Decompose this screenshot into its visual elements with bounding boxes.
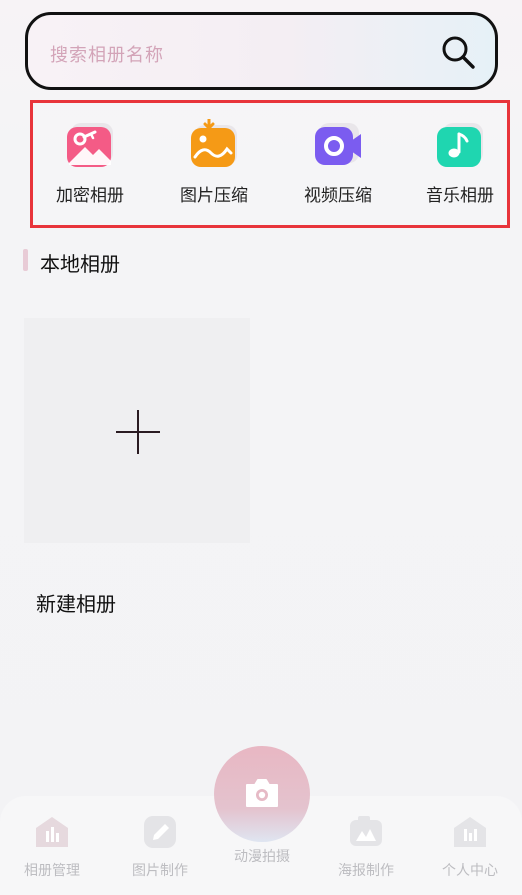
nav-label: 图片制作 bbox=[132, 863, 188, 879]
nav-item-album-manage[interactable]: 相册管理 bbox=[0, 796, 104, 895]
feature-video-compress[interactable]: 视频压缩 bbox=[283, 115, 393, 215]
feature-image-compress[interactable]: 图片压缩 bbox=[159, 115, 269, 215]
feature-label: 加密相册 bbox=[56, 186, 124, 206]
album-manage-icon bbox=[36, 817, 68, 847]
edit-pencil-icon bbox=[144, 816, 176, 848]
video-camera-icon bbox=[315, 123, 361, 165]
nav-item-poster-make[interactable]: 海报制作 bbox=[314, 796, 418, 895]
nav-label: 个人中心 bbox=[442, 863, 498, 879]
new-album-card[interactable] bbox=[24, 318, 250, 543]
poster-icon bbox=[350, 816, 382, 846]
section-accent bbox=[23, 249, 28, 271]
nav-label: 相册管理 bbox=[24, 863, 80, 879]
profile-icon bbox=[454, 817, 486, 847]
feature-label: 音乐相册 bbox=[426, 186, 494, 206]
search-bar[interactable]: 搜索相册名称 bbox=[25, 12, 498, 90]
feature-label: 视频压缩 bbox=[304, 186, 372, 206]
key-image-icon bbox=[67, 123, 113, 167]
new-album-label[interactable]: 新建相册 bbox=[36, 588, 116, 617]
nav-label-anime-capture[interactable]: 动漫拍摄 bbox=[214, 846, 310, 866]
plus-icon bbox=[116, 410, 160, 454]
camera-icon bbox=[246, 779, 278, 807]
nav-item-image-make[interactable]: 图片制作 bbox=[108, 796, 212, 895]
nav-label: 海报制作 bbox=[338, 863, 394, 879]
feature-shortcuts: 加密相册 图片压缩 视频压缩 音乐相册 bbox=[30, 100, 510, 228]
music-note-icon bbox=[437, 123, 483, 167]
section-title: 本地相册 bbox=[40, 252, 120, 276]
search-icon[interactable] bbox=[439, 33, 477, 71]
feature-label: 图片压缩 bbox=[180, 186, 248, 206]
anime-capture-button[interactable] bbox=[214, 746, 310, 842]
feature-music-album[interactable]: 音乐相册 bbox=[405, 115, 515, 215]
feature-encrypted-album[interactable]: 加密相册 bbox=[35, 115, 145, 215]
album-home-screen: 搜索相册名称 加密相册 图片压缩 视频压缩 音乐相册 本地相册 新建相册 相册管… bbox=[0, 0, 522, 895]
search-input[interactable]: 搜索相册名称 bbox=[50, 41, 164, 67]
image-compress-icon bbox=[191, 119, 237, 167]
nav-item-profile[interactable]: 个人中心 bbox=[418, 796, 522, 895]
